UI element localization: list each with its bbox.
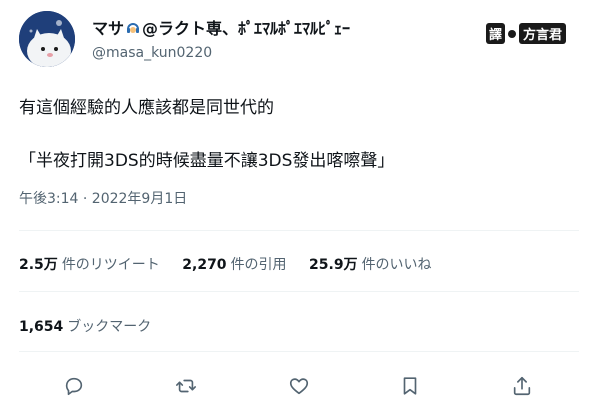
headset-emoji-icon [125,20,141,36]
avatar[interactable] [19,11,75,67]
like-heart-icon [289,378,309,395]
reply-icon [65,377,83,396]
retweets-stat[interactable]: 2.5万 件のリツイート [19,257,160,273]
cat-avatar-icon [19,11,75,67]
bookmarks-stat[interactable]: 1,654 ブックマーク [19,316,151,336]
divider [19,291,579,292]
author-name[interactable]: マサ @ラクト専、ﾎﾟｴﾏﾙﾎﾟｴﾏﾙﾋﾟｪｰ [92,15,350,39]
likes-count: 25.9万 [309,257,358,273]
retweets-count: 2.5万 [19,257,58,273]
bookmark-button[interactable] [397,373,423,399]
bookmarks-label: ブックマーク [67,319,152,335]
tweet-text-line-1: 有這個經驗的人應該都是同世代的 [19,98,274,118]
bookmark-icon [403,377,417,395]
quotes-count: 2,270 [182,257,227,273]
dot-icon [508,29,517,38]
bookmarks-count: 1,654 [19,319,64,335]
author-name-part2: @ラクト専、ﾎﾟｴﾏﾙﾎﾟｴﾏﾙﾋﾟｪｰ [142,19,351,38]
share-button[interactable] [509,373,535,399]
divider [19,351,579,352]
engagement-stats: 2.5万 件のリツイート 2,270 件の引用 25.9万 件のいいね [19,254,450,274]
likes-label: 件のいいね [361,257,432,273]
likes-stat[interactable]: 25.9万 件のいいね [309,257,432,273]
tweet-timestamp[interactable]: 午後3:14 · 2022年9月1日 [19,188,187,208]
author-name-part1: マサ [92,19,125,38]
translator-label-a: 譯 [486,23,506,44]
retweet-icon [176,379,196,393]
author-handle[interactable]: @masa_kun0220 [92,45,212,61]
retweets-label: 件のリツイート [61,257,160,273]
reply-button[interactable] [61,373,87,399]
translator-label-b: 方言君 [519,23,567,44]
like-button[interactable] [286,373,312,399]
share-icon [513,376,531,396]
quotes-label: 件の引用 [230,257,287,273]
tweet-text-line-2: 「半夜打開3DS的時候盡量不讓3DS發出喀嚓聲」 [19,151,395,171]
tweet-card: マサ @ラクト専、ﾎﾟｴﾏﾙﾎﾟｴﾏﾙﾋﾟｪｰ @masa_kun0220 譯 方… [0,0,598,416]
divider [19,230,579,231]
translator-watermark: 譯 方言君 [486,23,567,44]
retweet-button[interactable] [173,373,199,399]
quotes-stat[interactable]: 2,270 件の引用 [182,257,286,273]
